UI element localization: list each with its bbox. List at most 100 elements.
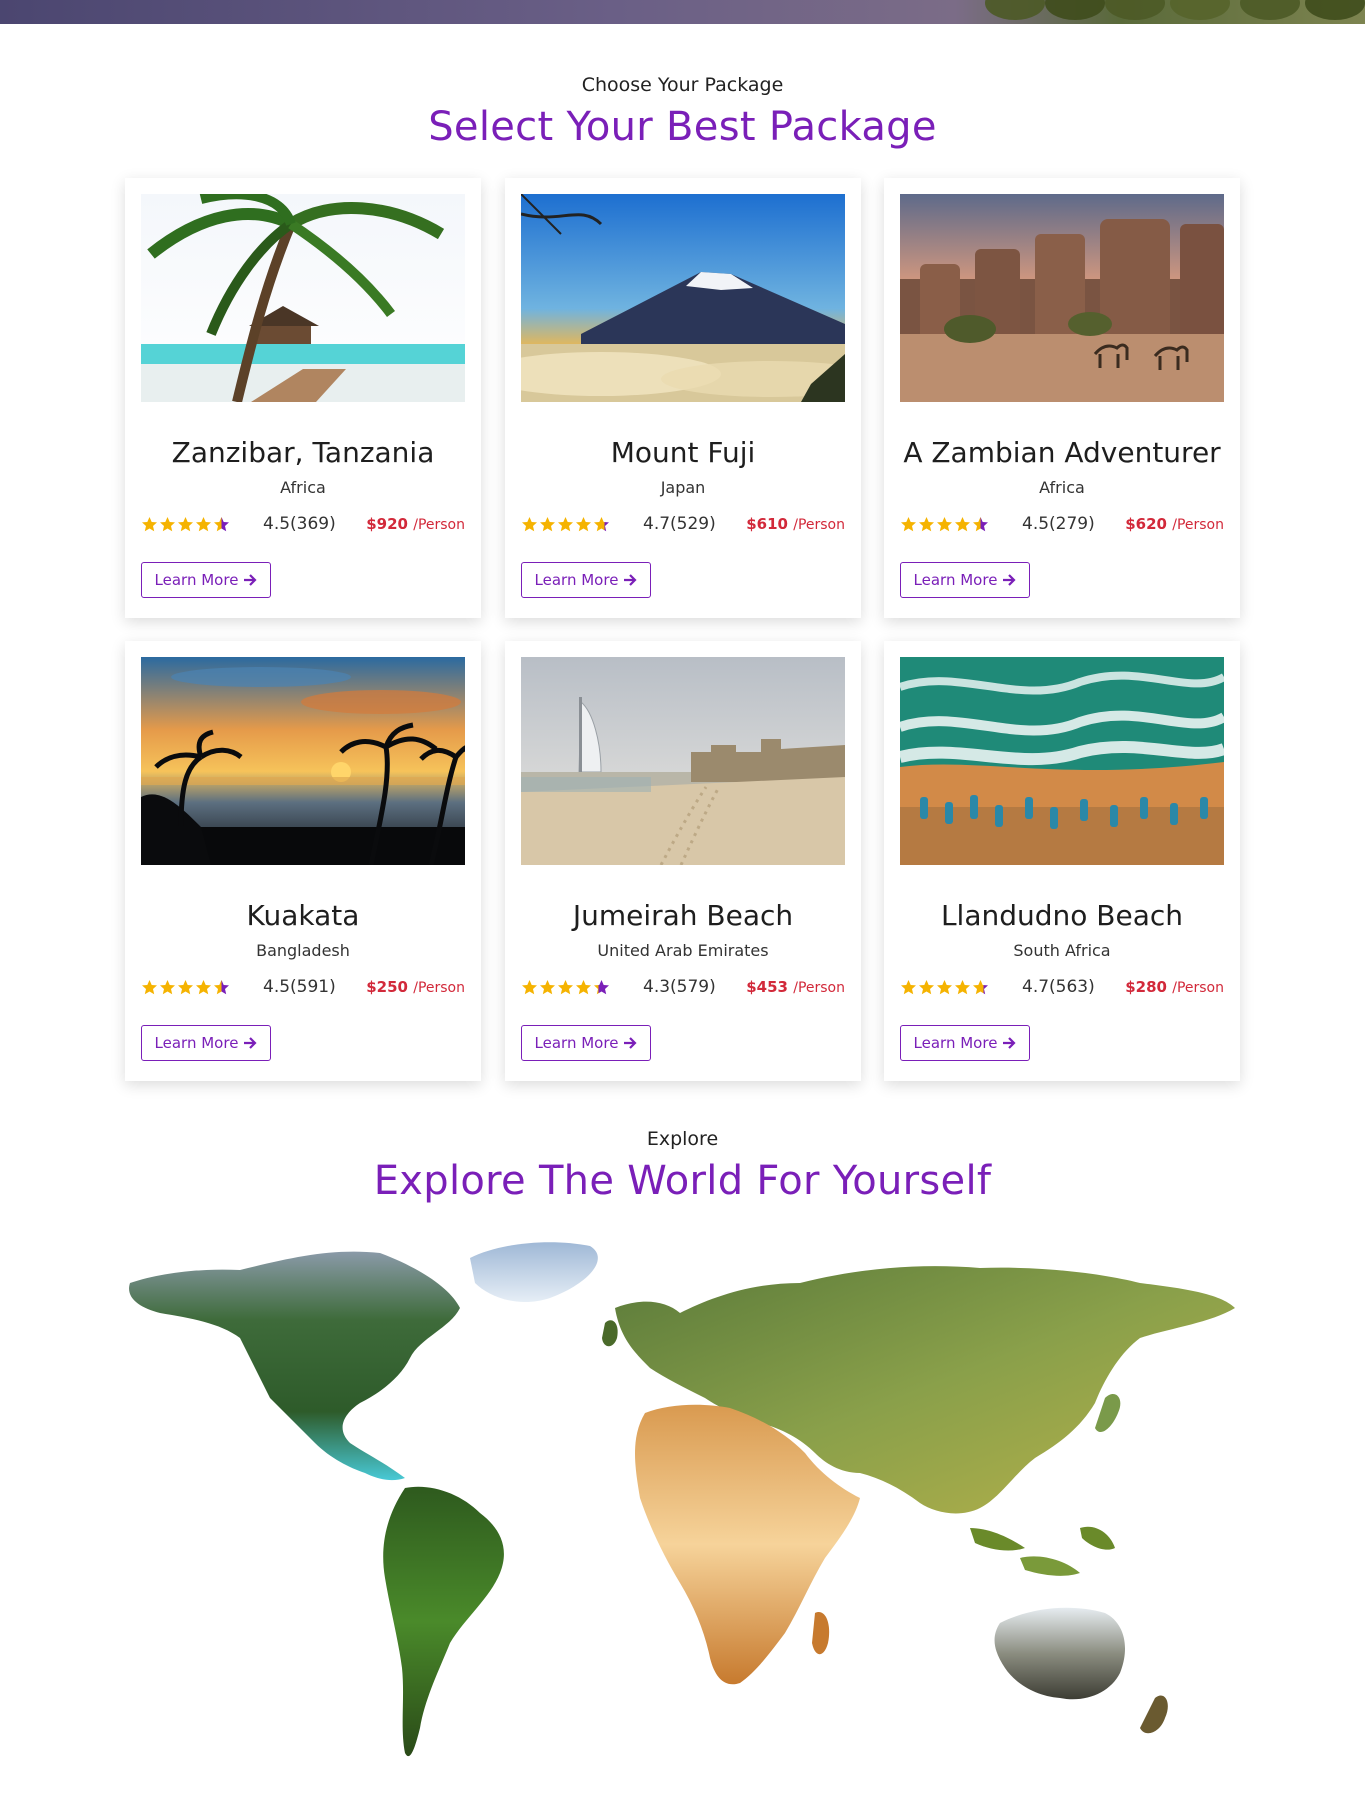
rating-value: 4.7(529) [643, 514, 716, 534]
learn-more-button[interactable]: Learn More [521, 562, 651, 598]
learn-more-button[interactable]: Learn More [521, 1025, 651, 1061]
rating-stars [521, 979, 610, 997]
star-icon [196, 980, 211, 995]
star-icon [178, 517, 193, 532]
world-map-image [129, 1242, 1235, 1757]
package-name: Kuakata [246, 899, 360, 932]
package-card: A Zambian Adventurer Africa 4.5(279) $62… [884, 178, 1240, 618]
hero-banner-bottom-edge [0, 0, 1365, 24]
rating-stars [900, 979, 989, 997]
explore-title: Explore The World For Yourself [373, 1158, 992, 1204]
package-image-zambia [900, 194, 1224, 402]
package-image-zanzibar [141, 194, 465, 402]
package-image-fuji [521, 194, 845, 402]
star-icon [919, 980, 934, 995]
learn-more-button[interactable]: Learn More [900, 562, 1030, 598]
learn-more-label: Learn More [913, 1034, 998, 1052]
rating-value: 4.5(279) [1022, 514, 1095, 534]
star-icon [576, 517, 591, 532]
learn-more-label: Learn More [913, 571, 998, 589]
learn-more-button[interactable]: Learn More [141, 1025, 271, 1061]
package-card: Zanzibar, Tanzania Africa 4.5(369) $920 … [125, 178, 481, 618]
package-price: $620 /Person [1125, 515, 1224, 533]
price-unit: /Person [1172, 980, 1224, 996]
star-icon [142, 517, 157, 532]
palm-leaf-decoration [1105, 0, 1165, 20]
price-amount: $280 [1125, 978, 1167, 996]
star-icon [558, 517, 573, 532]
star-icon [142, 980, 157, 995]
star-icon [160, 980, 175, 995]
rating-value: 4.7(563) [1022, 977, 1095, 997]
arrow-right-icon [624, 1037, 637, 1049]
package-name: Mount Fuji [610, 436, 756, 469]
price-amount: $920 [366, 515, 408, 533]
star-icon [214, 517, 229, 532]
star-icon [594, 980, 609, 995]
palm-leaf-decoration [1240, 0, 1300, 20]
rating-value: 4.3(579) [643, 977, 716, 997]
star-icon [901, 980, 916, 995]
arrow-right-icon [244, 1037, 257, 1049]
learn-more-label: Learn More [534, 571, 619, 589]
price-amount: $610 [746, 515, 788, 533]
learn-more-button[interactable]: Learn More [141, 562, 271, 598]
package-image-jumeirah [521, 657, 845, 865]
star-icon [160, 517, 175, 532]
star-icon [955, 517, 970, 532]
package-location: Bangladesh [256, 941, 350, 960]
price-unit: /Person [1172, 517, 1224, 533]
star-icon [178, 980, 193, 995]
package-price: $280 /Person [1125, 978, 1224, 996]
price-amount: $620 [1125, 515, 1167, 533]
rating-stars [521, 516, 610, 534]
price-unit: /Person [793, 517, 845, 533]
star-icon [955, 980, 970, 995]
package-name: Llandudno Beach [940, 899, 1184, 932]
price-unit: /Person [793, 980, 845, 996]
package-location: United Arab Emirates [597, 941, 769, 960]
price-unit: /Person [413, 517, 465, 533]
star-icon [919, 517, 934, 532]
star-icon [522, 980, 537, 995]
palm-leaf-decoration [1305, 0, 1365, 20]
star-icon [540, 517, 555, 532]
star-icon [594, 517, 609, 532]
learn-more-label: Learn More [154, 571, 239, 589]
rating-value: 4.5(591) [263, 977, 336, 997]
rating-stars [141, 979, 230, 997]
package-price: $610 /Person [746, 515, 845, 533]
star-icon [576, 980, 591, 995]
rating-value: 4.5(369) [263, 514, 336, 534]
package-name: Jumeirah Beach [572, 899, 794, 932]
rating-stars [141, 516, 230, 534]
price-unit: /Person [413, 980, 465, 996]
star-icon [937, 517, 952, 532]
learn-more-button[interactable]: Learn More [900, 1025, 1030, 1061]
package-card: Kuakata Bangladesh 4.5(591) $250 /Person… [125, 641, 481, 1081]
package-card: Mount Fuji Japan 4.7(529) $610 /Person L… [505, 178, 861, 618]
star-icon [973, 980, 988, 995]
package-price: $453 /Person [746, 978, 845, 996]
star-icon [214, 980, 229, 995]
package-location: Africa [280, 478, 326, 497]
star-icon [558, 980, 573, 995]
package-card: Llandudno Beach South Africa 4.7(563) $2… [884, 641, 1240, 1081]
star-icon [196, 517, 211, 532]
package-image-kuakata [141, 657, 465, 865]
rating-stars [900, 516, 989, 534]
arrow-right-icon [624, 574, 637, 586]
package-name: A Zambian Adventurer [903, 436, 1221, 469]
package-price: $250 /Person [366, 978, 465, 996]
price-amount: $453 [746, 978, 788, 996]
palm-leaf-decoration [985, 0, 1045, 20]
star-icon [937, 980, 952, 995]
arrow-right-icon [1003, 574, 1016, 586]
price-amount: $250 [366, 978, 408, 996]
star-icon [901, 517, 916, 532]
package-location: South Africa [1013, 941, 1111, 960]
package-image-llandudno [900, 657, 1224, 865]
packages-title: Select Your Best Package [428, 104, 937, 150]
palm-leaf-decoration [1170, 0, 1230, 20]
learn-more-label: Learn More [534, 1034, 619, 1052]
